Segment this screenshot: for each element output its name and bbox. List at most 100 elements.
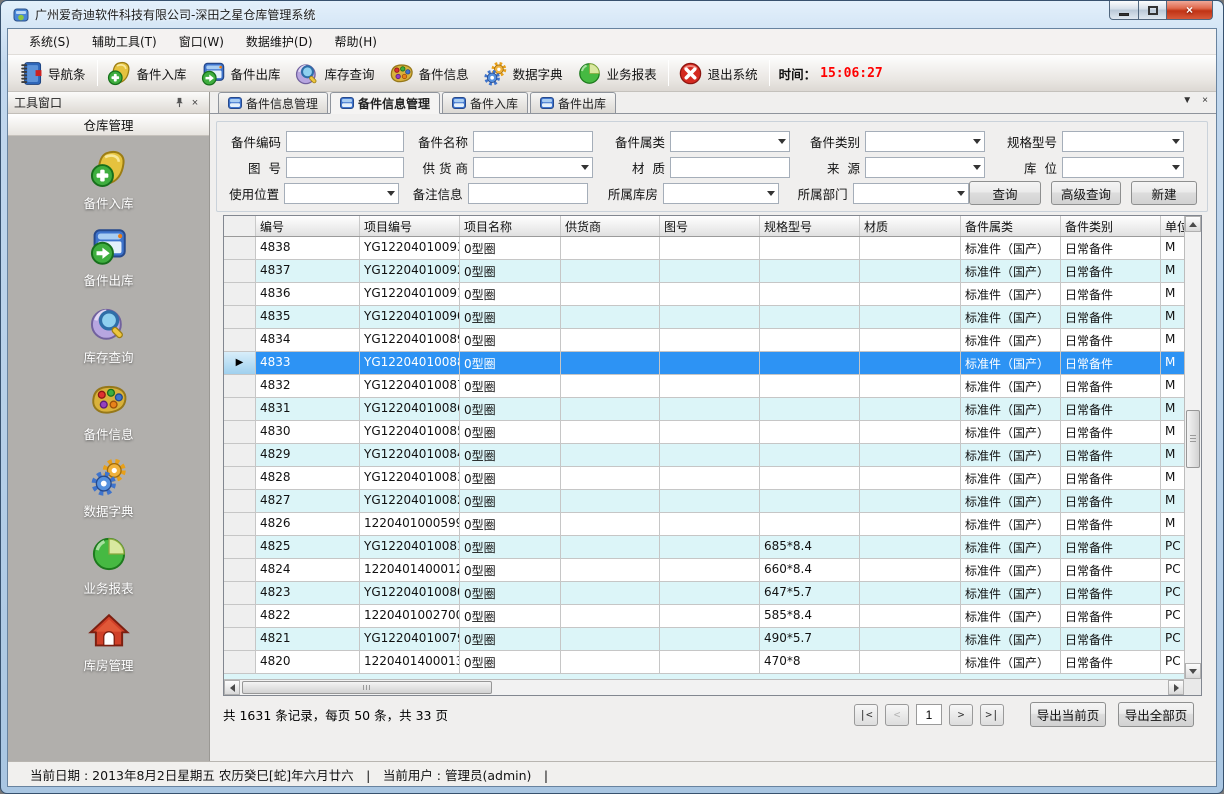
cell-project_code[interactable]: 1220401000599: [360, 513, 460, 536]
cell-material[interactable]: [860, 536, 961, 559]
cell-category[interactable]: 标准件（国产）: [961, 306, 1061, 329]
cell-material[interactable]: [860, 237, 961, 260]
cell-spec[interactable]: [760, 329, 860, 352]
cell-project_code[interactable]: YG12204010089: [360, 329, 460, 352]
table-row[interactable]: 4834YG122040100890型圈标准件（国产）日常备件M: [224, 329, 1184, 352]
cell-figure[interactable]: [660, 260, 760, 283]
cell-name[interactable]: 0型圈: [460, 536, 561, 559]
cell-project_code[interactable]: YG12204010079: [360, 628, 460, 651]
cell-supplier[interactable]: [561, 421, 660, 444]
cell-class[interactable]: 日常备件: [1061, 375, 1161, 398]
warehouse-select[interactable]: [663, 183, 779, 204]
toolbar-spare-info-button[interactable]: 备件信息: [383, 57, 477, 90]
row-selector[interactable]: [224, 467, 256, 490]
cell-figure[interactable]: [660, 605, 760, 628]
cell-id[interactable]: 4828: [256, 467, 360, 490]
cell-class[interactable]: 日常备件: [1061, 536, 1161, 559]
cell-figure[interactable]: [660, 513, 760, 536]
page-input[interactable]: [916, 704, 942, 725]
cell-spec[interactable]: 660*8.4: [760, 559, 860, 582]
cell-figure[interactable]: [660, 651, 760, 674]
advanced-query-button[interactable]: 高级查询: [1051, 181, 1121, 205]
cell-spec[interactable]: [760, 375, 860, 398]
cell-class[interactable]: 日常备件: [1061, 628, 1161, 651]
cell-spec[interactable]: [760, 237, 860, 260]
toolbar-nav-button[interactable]: 导航条: [12, 57, 94, 90]
table-row[interactable]: 4835YG122040100900型圈标准件（国产）日常备件M: [224, 306, 1184, 329]
cell-figure[interactable]: [660, 352, 760, 375]
toolbar-report-button[interactable]: 业务报表: [571, 57, 665, 90]
cell-supplier[interactable]: [561, 260, 660, 283]
tab-spare-info-mgmt-1[interactable]: 备件信息管理: [218, 92, 328, 113]
cell-name[interactable]: 0型圈: [460, 628, 561, 651]
cell-id[interactable]: 4824: [256, 559, 360, 582]
sidebar-item-report[interactable]: 业务报表: [8, 533, 209, 597]
table-row[interactable]: 4836YG122040100910型圈标准件（国产）日常备件M: [224, 283, 1184, 306]
cell-spec[interactable]: [760, 306, 860, 329]
column-header-category[interactable]: 备件属类: [961, 216, 1061, 236]
cell-figure[interactable]: [660, 582, 760, 605]
spec-select[interactable]: [1062, 131, 1184, 152]
cell-name[interactable]: 0型圈: [460, 352, 561, 375]
row-selector[interactable]: [224, 444, 256, 467]
cell-name[interactable]: 0型圈: [460, 559, 561, 582]
cell-figure[interactable]: [660, 490, 760, 513]
cell-material[interactable]: [860, 421, 961, 444]
row-selector[interactable]: [224, 398, 256, 421]
remark-input[interactable]: [468, 183, 588, 204]
cell-name[interactable]: 0型圈: [460, 260, 561, 283]
menu-item-system[interactable]: 系统(S): [18, 29, 81, 54]
cell-supplier[interactable]: [561, 605, 660, 628]
prev-page-button[interactable]: <: [885, 704, 909, 726]
row-selector[interactable]: [224, 306, 256, 329]
cell-class[interactable]: 日常备件: [1061, 306, 1161, 329]
cell-supplier[interactable]: [561, 582, 660, 605]
cell-category[interactable]: 标准件（国产）: [961, 536, 1061, 559]
cell-material[interactable]: [860, 582, 961, 605]
cell-class[interactable]: 日常备件: [1061, 260, 1161, 283]
first-page-button[interactable]: |<: [854, 704, 878, 726]
cell-class[interactable]: 日常备件: [1061, 421, 1161, 444]
class-select[interactable]: [865, 131, 985, 152]
row-selector[interactable]: [224, 421, 256, 444]
cell-class[interactable]: 日常备件: [1061, 582, 1161, 605]
sidebar-section-header[interactable]: 仓库管理: [8, 114, 209, 136]
export-current-page-button[interactable]: 导出当前页: [1030, 702, 1106, 727]
cell-category[interactable]: 标准件（国产）: [961, 444, 1061, 467]
row-selector[interactable]: [224, 375, 256, 398]
cell-spec[interactable]: 490*5.7: [760, 628, 860, 651]
vertical-scroll-thumb[interactable]: [1186, 410, 1200, 468]
scroll-left-icon[interactable]: [224, 680, 240, 695]
cell-spec[interactable]: 470*8: [760, 651, 860, 674]
cell-supplier[interactable]: [561, 536, 660, 559]
menu-item-window[interactable]: 窗口(W): [168, 29, 235, 54]
cell-name[interactable]: 0型圈: [460, 398, 561, 421]
table-row[interactable]: 482212204010027000型圈585*8.4标准件（国产）日常备件PC: [224, 605, 1184, 628]
cell-material[interactable]: [860, 651, 961, 674]
vertical-scrollbar[interactable]: [1184, 216, 1201, 679]
cell-id[interactable]: 4837: [256, 260, 360, 283]
cell-project_code[interactable]: YG12204010091: [360, 283, 460, 306]
cell-project_code[interactable]: 1220401002700: [360, 605, 460, 628]
cell-id[interactable]: 4835: [256, 306, 360, 329]
cell-category[interactable]: 标准件（国产）: [961, 559, 1061, 582]
cell-id[interactable]: 4830: [256, 421, 360, 444]
table-row[interactable]: 482612204010005990型圈标准件（国产）日常备件M: [224, 513, 1184, 536]
cell-category[interactable]: 标准件（国产）: [961, 490, 1061, 513]
table-row[interactable]: 4831YG122040100860型圈标准件（国产）日常备件M: [224, 398, 1184, 421]
cell-supplier[interactable]: [561, 329, 660, 352]
table-row[interactable]: 4825YG122040100810型圈685*8.4标准件（国产）日常备件PC: [224, 536, 1184, 559]
figure-input[interactable]: [286, 157, 404, 178]
toolbar-spare-in-button[interactable]: 备件入库: [101, 57, 195, 90]
selected-row-indicator[interactable]: ▶: [224, 352, 256, 375]
cell-category[interactable]: 标准件（国产）: [961, 260, 1061, 283]
cell-name[interactable]: 0型圈: [460, 421, 561, 444]
cell-material[interactable]: [860, 444, 961, 467]
cell-project_code[interactable]: YG12204010083: [360, 467, 460, 490]
row-selector[interactable]: [224, 559, 256, 582]
cell-spec[interactable]: [760, 352, 860, 375]
cell-material[interactable]: [860, 490, 961, 513]
toolbar-stock-query-button[interactable]: 库存查询: [289, 57, 383, 90]
cell-category[interactable]: 标准件（国产）: [961, 352, 1061, 375]
cell-figure[interactable]: [660, 237, 760, 260]
